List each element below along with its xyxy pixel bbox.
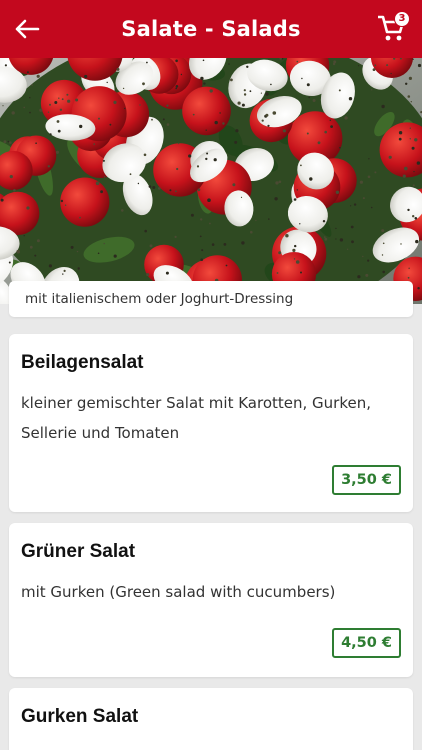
menu-item-name: Grüner Salat: [21, 541, 136, 562]
menu-item-name: Gurken Salat: [21, 706, 139, 727]
back-button[interactable]: [12, 14, 42, 44]
menu-item-card[interactable]: Grüner Salat mit Gurken (Green salad wit…: [9, 523, 413, 677]
arrow-left-icon: [15, 19, 40, 39]
caprese-salad-photo: [0, 58, 422, 304]
page-title: Salate - Salads: [121, 17, 301, 41]
cart-button[interactable]: 3: [376, 11, 410, 45]
menu-item-description: kleiner gemischter Salat mit Karotten, G…: [21, 394, 371, 442]
menu-item-card[interactable]: Beilagensalat kleiner gemischter Salat m…: [9, 334, 413, 512]
menu-item-name: Beilagensalat: [21, 352, 144, 373]
category-description: mit italienischem oder Joghurt-Dressing: [9, 281, 413, 317]
category-image: [0, 58, 422, 304]
app-header: Salate - Salads 3: [0, 0, 422, 58]
menu-item-card[interactable]: Gurken Salat: [9, 688, 413, 750]
cart-count-badge: 3: [394, 11, 410, 27]
menu-item-price[interactable]: 3,50 €: [332, 465, 401, 495]
menu-item-description: mit Gurken (Green salad with cucumbers): [21, 583, 336, 601]
menu-item-price[interactable]: 4,50 €: [332, 628, 401, 658]
